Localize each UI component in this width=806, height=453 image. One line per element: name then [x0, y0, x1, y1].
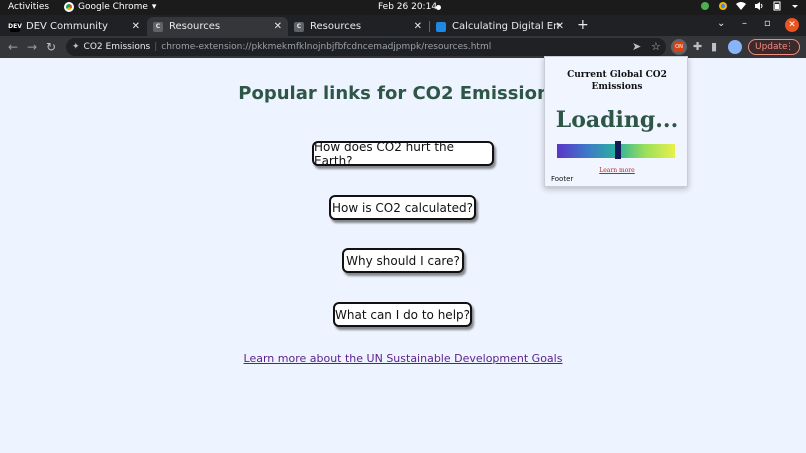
activities-button[interactable]: Activities	[8, 2, 49, 12]
site-name: CO2 Emissions	[83, 42, 151, 52]
address-separator: |	[154, 42, 158, 52]
avatar[interactable]	[728, 40, 742, 54]
site-favicon-icon	[436, 21, 446, 32]
puzzle-icon: ✦	[72, 42, 80, 52]
tab-title: DEV Community	[26, 21, 108, 32]
update-label: Update	[755, 42, 788, 52]
co2-extension-button[interactable]: ON	[671, 39, 687, 55]
un-sdg-link[interactable]: Learn more about the UN Sustainable Deve…	[0, 352, 806, 365]
tab-resources[interactable]: C Resources ✕	[288, 17, 428, 36]
back-button[interactable]: ←	[8, 40, 18, 54]
system-top-bar: Activities Google Chrome ▾ Feb 26 20:14	[0, 0, 806, 15]
extension-favicon-icon: C	[294, 21, 304, 32]
close-icon[interactable]: ✕	[132, 21, 140, 32]
menu-dots-icon: ⋮	[785, 42, 794, 52]
new-tab-button[interactable]: +	[577, 17, 589, 33]
tab-title: Resources	[169, 21, 221, 32]
close-icon[interactable]: ✕	[274, 21, 282, 32]
dev-favicon-icon: DEV	[8, 21, 22, 32]
wifi-icon	[736, 2, 746, 10]
battery-icon	[773, 1, 781, 11]
close-icon[interactable]: ✕	[414, 21, 422, 32]
puzzle-icon[interactable]: ✚	[693, 40, 702, 53]
volume-icon	[755, 2, 763, 10]
update-button[interactable]: Update ⋮	[748, 39, 800, 55]
tab-resources-active[interactable]: C Resources ✕	[147, 17, 288, 36]
reload-button[interactable]: ↻	[46, 40, 56, 54]
url-text: chrome-extension://pkkmekmfklnojnbjfbfcd…	[161, 42, 492, 52]
tab-strip: DEV DEV Community ✕ C Resources ✕ C Reso…	[0, 15, 806, 36]
tab-title: Resources	[310, 21, 362, 32]
forward-button[interactable]: →	[27, 40, 37, 54]
maximize-button[interactable]: ▫	[764, 18, 771, 29]
app-menu[interactable]: Google Chrome ▾	[64, 2, 156, 12]
chevron-down-icon: ▾	[151, 2, 157, 12]
link-how-to-help-button[interactable]: What can I do to help?	[333, 302, 472, 327]
emissions-status: Loading...	[555, 107, 679, 133]
link-co2-calculated-button[interactable]: How is CO2 calculated?	[329, 195, 476, 220]
link-co2-hurt-earth-button[interactable]: How does CO2 hurt the Earth?	[312, 140, 494, 168]
tab-search-button[interactable]: ⌄	[717, 18, 725, 29]
sync-icon	[701, 2, 709, 10]
popup-footer: Footer	[551, 175, 574, 183]
link-why-care-button[interactable]: Why should I care?	[342, 248, 464, 273]
system-tray[interactable]	[700, 1, 800, 11]
browser-toolbar: ← → ↻ ✦ CO2 Emissions | chrome-extension…	[0, 36, 806, 58]
extension-popup: Current Global CO2 Emissions Loading... …	[544, 56, 688, 187]
tab-dev-community[interactable]: DEV DEV Community ✕	[4, 17, 146, 36]
emissions-level-marker	[615, 141, 622, 159]
chevron-down-icon	[792, 5, 798, 8]
learn-more-link[interactable]: Learn more	[545, 167, 689, 174]
close-icon[interactable]: ✕	[556, 21, 564, 32]
window-close-button[interactable]: ✕	[785, 18, 799, 32]
clock[interactable]: Feb 26 20:14	[378, 2, 437, 12]
side-panel-icon[interactable]: ▮	[711, 40, 717, 53]
minimize-button[interactable]: –	[742, 18, 747, 29]
popup-title: Current Global CO2 Emissions	[567, 70, 667, 92]
tab-calculating-digital-emissions[interactable]: Calculating Digital Emissi ✕	[430, 17, 570, 36]
extension-favicon-icon: C	[153, 21, 163, 32]
notification-dot-icon	[436, 5, 441, 10]
co2-extension-icon: ON	[674, 42, 684, 52]
send-icon[interactable]: ➤	[632, 40, 641, 53]
app-menu-label: Google Chrome	[78, 2, 148, 12]
address-bar[interactable]: ✦ CO2 Emissions | chrome-extension://pkk…	[66, 38, 666, 56]
tab-title: Calculating Digital Emissi	[452, 21, 560, 32]
chrome-logo-icon	[64, 2, 74, 12]
star-icon[interactable]: ☆	[651, 40, 661, 53]
chrome-tray-icon	[719, 2, 727, 10]
